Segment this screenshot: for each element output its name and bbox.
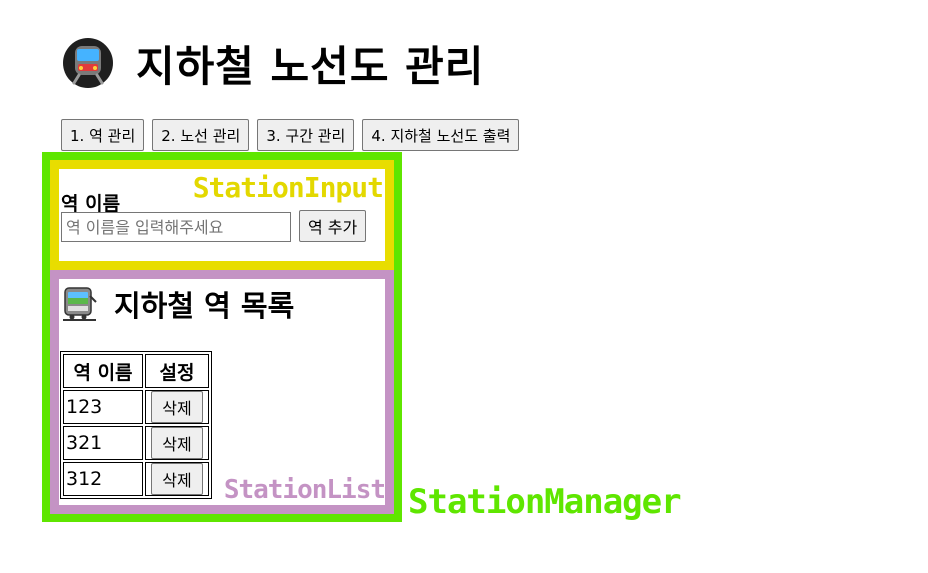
map-print-tab-button[interactable]: 4. 지하철 노선도 출력 (362, 119, 520, 151)
action-cell: 삭제 (145, 390, 209, 424)
station-manager-container: StationInput 역 이름 역 추가 지하철 역 목록 역 이름 (42, 152, 402, 522)
action-cell: 삭제 (145, 426, 209, 460)
station-table: 역 이름 설정 123 삭제 321 삭제 312 삭제 (60, 351, 212, 499)
station-list-title: 지하철 역 목록 (114, 289, 295, 323)
column-header-station-name: 역 이름 (63, 354, 143, 388)
section-manager-tab-button[interactable]: 3. 구간 관리 (257, 119, 355, 151)
station-manager-component-label: StationManager (408, 482, 682, 522)
station-list-component-label: StationList (223, 475, 386, 505)
delete-station-button[interactable]: 삭제 (151, 463, 203, 495)
station-list-header: 지하철 역 목록 (62, 283, 294, 325)
page-header: 지하철 노선도 관리 (62, 36, 484, 91)
page-title: 지하철 노선도 관리 (136, 41, 485, 91)
station-name-cell: 312 (63, 462, 143, 496)
station-name-cell: 123 (63, 390, 143, 424)
station-input-container: StationInput 역 이름 역 추가 (50, 160, 394, 270)
metro-train-icon (63, 38, 113, 88)
railway-car-icon (63, 287, 97, 321)
column-header-settings: 설정 (145, 354, 209, 388)
station-list-container: 지하철 역 목록 역 이름 설정 123 삭제 321 삭제 312 삭제 St… (50, 270, 394, 514)
line-manager-tab-button[interactable]: 2. 노선 관리 (152, 119, 250, 151)
station-name-input[interactable] (61, 212, 291, 242)
station-name-cell: 321 (63, 426, 143, 460)
table-row: 312 삭제 (63, 462, 209, 496)
station-input-component-label: StationInput (192, 171, 384, 204)
add-station-button[interactable]: 역 추가 (299, 210, 367, 242)
table-row: 321 삭제 (63, 426, 209, 460)
nav-bar: 1. 역 관리 2. 노선 관리 3. 구간 관리 4. 지하철 노선도 출력 (61, 119, 527, 151)
action-cell: 삭제 (145, 462, 209, 496)
delete-station-button[interactable]: 삭제 (151, 427, 203, 459)
delete-station-button[interactable]: 삭제 (151, 391, 203, 423)
table-row: 123 삭제 (63, 390, 209, 424)
table-header-row: 역 이름 설정 (63, 354, 209, 388)
station-manager-tab-button[interactable]: 1. 역 관리 (61, 119, 145, 151)
